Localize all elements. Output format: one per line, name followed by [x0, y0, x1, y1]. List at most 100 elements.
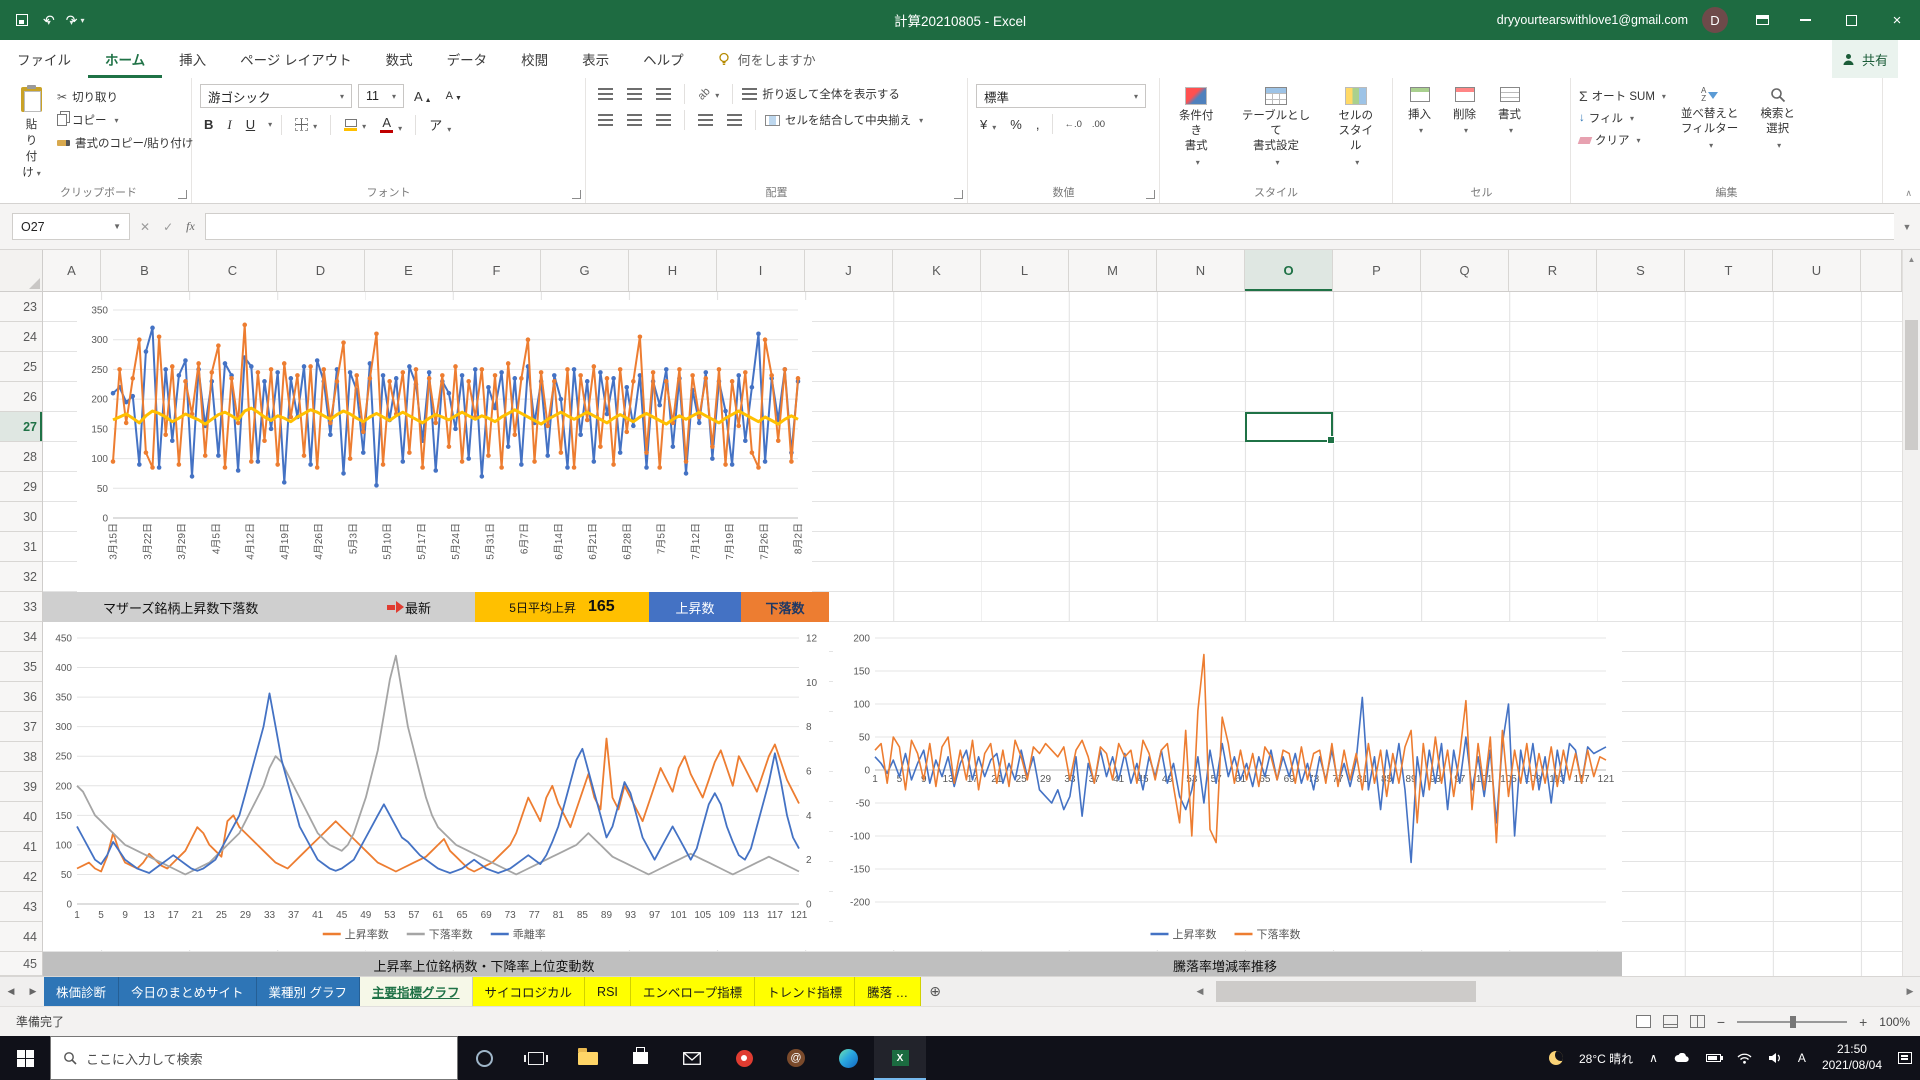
borders-button[interactable]: ▾	[291, 117, 321, 132]
increase-indent-button[interactable]	[723, 113, 746, 127]
column-header-G[interactable]: G	[541, 250, 629, 291]
font-size-select[interactable]: 11 ▾	[358, 84, 404, 108]
zoom-slider[interactable]	[1737, 1015, 1848, 1028]
bold-button[interactable]: B	[200, 116, 217, 133]
select-all-corner[interactable]	[0, 250, 43, 291]
sheet-tab-1[interactable]: 今日のまとめサイト	[119, 977, 257, 1006]
conditional-formatting-button[interactable]: 条件付き 書式 ▾	[1168, 84, 1224, 183]
taskbar-search-input[interactable]: ここに入力して検索	[50, 1036, 458, 1080]
percent-format-button[interactable]: %	[1006, 116, 1026, 133]
selected-cell-O27[interactable]	[1245, 412, 1335, 444]
row-header-37[interactable]: 37	[0, 712, 42, 742]
store-button[interactable]	[614, 1036, 666, 1080]
close-button[interactable]: ×	[1874, 0, 1920, 40]
column-header-I[interactable]: I	[717, 250, 805, 291]
save-icon[interactable]	[16, 14, 28, 26]
clipboard-dialog-launcher[interactable]	[178, 190, 187, 199]
ribbon-tab-7[interactable]: 表示	[565, 40, 626, 78]
column-header-S[interactable]: S	[1597, 250, 1685, 291]
row-header-30[interactable]: 30	[0, 502, 42, 532]
chart-mothers-daily[interactable]: 0 50 100 150 200 250 300 350 3月15日 3月22日 3月29日 4月5日…	[77, 300, 812, 592]
currency-format-button[interactable]: ¥ ▾	[976, 116, 1000, 133]
row-header-42[interactable]: 42	[0, 862, 42, 892]
format-as-table-button[interactable]: テーブルとして 書式設定 ▾	[1232, 84, 1319, 183]
horizontal-scroll-thumb[interactable]	[1216, 981, 1476, 1002]
column-header-F[interactable]: F	[453, 250, 541, 291]
fill-color-button[interactable]: ▾	[340, 118, 370, 132]
decrease-font-button[interactable]: A ▼	[442, 89, 466, 103]
row-header-45[interactable]: 45	[0, 952, 42, 976]
row-header-27[interactable]: 27	[0, 412, 42, 442]
cut-button[interactable]: ✂ 切り取り	[57, 89, 193, 105]
network-button[interactable]	[1729, 1036, 1760, 1080]
row-header-38[interactable]: 38	[0, 742, 42, 772]
row-header-26[interactable]: 26	[0, 382, 42, 412]
weather-button[interactable]	[1541, 1036, 1571, 1080]
enter-icon[interactable]: ✓	[163, 220, 173, 234]
align-middle-button[interactable]	[623, 87, 646, 101]
customize-qat-icon[interactable]: ▾	[81, 16, 85, 25]
increase-decimal-button[interactable]: ←.0	[1062, 119, 1083, 130]
column-header-O[interactable]: O	[1245, 250, 1333, 291]
row-header-40[interactable]: 40	[0, 802, 42, 832]
row-header-25[interactable]: 25	[0, 352, 42, 382]
column-header-K[interactable]: K	[893, 250, 981, 291]
ribbon-tab-0[interactable]: ファイル	[0, 40, 88, 78]
underline-button[interactable]: U	[242, 116, 259, 133]
expand-formula-bar-icon[interactable]: ▼	[1894, 222, 1920, 232]
page-layout-view-icon[interactable]	[1662, 1015, 1678, 1028]
ribbon-tab-2[interactable]: 挿入	[162, 40, 223, 78]
delete-cells-button[interactable]: 削除 ▾	[1446, 84, 1483, 183]
align-bottom-button[interactable]	[652, 87, 675, 101]
column-header-U[interactable]: U	[1773, 250, 1861, 291]
insert-function-icon[interactable]: fx	[186, 219, 195, 234]
column-header-E[interactable]: E	[365, 250, 453, 291]
avatar[interactable]: D	[1702, 7, 1728, 33]
sheet-tab-2[interactable]: 業種別 グラフ	[256, 977, 361, 1006]
mail-button[interactable]	[666, 1036, 718, 1080]
ribbon-tab-1[interactable]: ホーム	[88, 40, 162, 78]
share-button[interactable]: 共有	[1831, 40, 1898, 78]
find-select-button[interactable]: 検索と 選択 ▾	[1753, 84, 1802, 183]
font-dialog-launcher[interactable]	[572, 190, 581, 199]
format-cells-button[interactable]: 書式 ▾	[1491, 84, 1528, 183]
zoom-in-button[interactable]: +	[1859, 1014, 1867, 1030]
chart-ratio-deviation[interactable]: 0 50 100 150 200 250 300 350 400 450 0 2 4 6 8 10 12 1 5 9 1…	[43, 622, 829, 950]
tray-expand-icon[interactable]: ∧	[1641, 1036, 1666, 1080]
new-sheet-button[interactable]: ⊕	[921, 977, 949, 1006]
row-header-39[interactable]: 39	[0, 772, 42, 802]
horizontal-scrollbar[interactable]: ◀ ▶	[1190, 977, 1920, 1006]
row-header-23[interactable]: 23	[0, 292, 42, 322]
decrease-decimal-button[interactable]: .00	[1090, 119, 1107, 130]
start-button[interactable]	[0, 1036, 50, 1080]
ribbon-tab-8[interactable]: ヘルプ	[626, 40, 701, 78]
onedrive-button[interactable]	[1666, 1036, 1698, 1080]
account-email[interactable]: dryyourtearswithlove1@gmail.com	[1497, 13, 1688, 27]
decrease-indent-button[interactable]	[694, 113, 717, 127]
cortana-button[interactable]	[458, 1036, 510, 1080]
column-header-A[interactable]: A	[43, 250, 101, 291]
column-header-M[interactable]: M	[1069, 250, 1157, 291]
maximize-button[interactable]	[1828, 0, 1874, 40]
phonetic-button[interactable]: ア ▾	[425, 114, 455, 135]
file-explorer-button[interactable]	[562, 1036, 614, 1080]
sheet-tab-7[interactable]: トレンド指標	[755, 977, 856, 1006]
row-header-35[interactable]: 35	[0, 652, 42, 682]
vertical-scrollbar[interactable]: ▲	[1902, 250, 1920, 976]
column-header-H[interactable]: H	[629, 250, 717, 291]
row-header-44[interactable]: 44	[0, 922, 42, 952]
weather-text[interactable]: 28°C 晴れ	[1571, 1036, 1641, 1080]
task-view-button[interactable]	[510, 1036, 562, 1080]
row-header-28[interactable]: 28	[0, 442, 42, 472]
hscroll-left-icon[interactable]: ◀	[1190, 986, 1210, 997]
sheet-tab-6[interactable]: エンベロープ指標	[630, 977, 756, 1006]
ime-indicator[interactable]: A	[1790, 1036, 1814, 1080]
zoom-out-button[interactable]: −	[1717, 1014, 1725, 1030]
zoom-slider-thumb[interactable]	[1789, 1015, 1796, 1028]
column-header-R[interactable]: R	[1509, 250, 1597, 291]
row-header-32[interactable]: 32	[0, 562, 42, 592]
row-header-43[interactable]: 43	[0, 892, 42, 922]
row-header-24[interactable]: 24	[0, 322, 42, 352]
paste-button[interactable]: 貼り付け ▾	[14, 84, 49, 183]
font-color-button[interactable]: A ▾	[376, 115, 406, 134]
